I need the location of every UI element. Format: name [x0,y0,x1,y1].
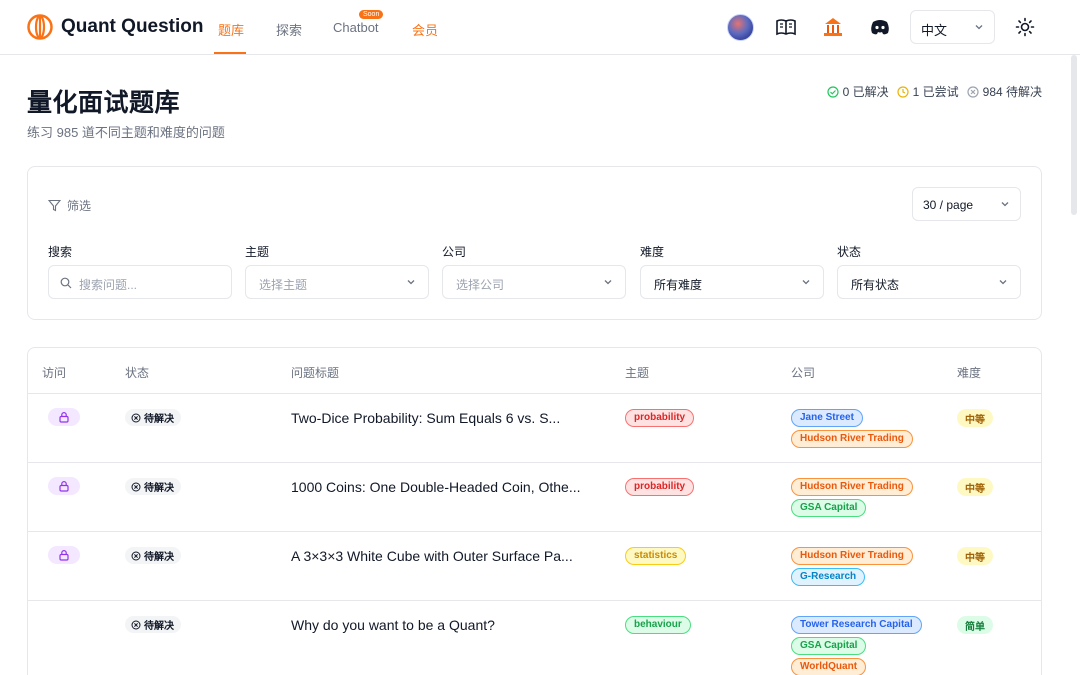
status-badge: 待解决 [125,478,181,495]
check-circle-icon [827,85,839,98]
sun-icon[interactable] [1015,17,1035,37]
discord-icon[interactable] [869,16,891,38]
status-label: 状态 [837,245,862,259]
topic-tag[interactable]: statistics [625,547,687,565]
language-value: 中文 [921,23,948,38]
column-header-company[interactable]: 公司 [791,364,815,381]
company-tag[interactable]: GSA Capital [791,637,867,655]
column-header-difficulty[interactable]: 难度 [957,364,981,381]
brand-name[interactable]: Quant Question [61,16,204,38]
x-circle-icon [131,413,141,422]
page-scrollbar[interactable] [1071,55,1077,215]
question-title-link[interactable]: 1000 Coins: One Double-Headed Coin, Othe… [291,479,581,495]
clock-icon [897,85,909,98]
company-tag[interactable]: Hudson River Trading [791,430,913,448]
table-row[interactable]: 待解决 1000 Coins: One Double-Headed Coin, … [28,463,1041,532]
lock-icon [59,481,69,492]
company-tag[interactable]: Hudson River Trading [791,547,913,565]
x-circle-icon [131,620,141,629]
difficulty-badge: 中等 [957,409,993,427]
status-badge: 待解决 [125,409,181,426]
filter-icon [48,199,61,212]
filter-heading: 筛选 [48,197,91,214]
table-row[interactable]: 待解决 Two-Dice Probability: Sum Equals 6 v… [28,394,1041,463]
question-title-link[interactable]: Why do you want to be a Quant? [291,617,495,633]
logo-icon[interactable] [27,14,53,40]
difficulty-badge: 中等 [957,478,993,496]
column-header-topic[interactable]: 主题 [625,364,649,381]
access-badge [48,408,80,426]
nav-active-indicator [214,52,246,54]
nav-explore[interactable]: 探索 [276,20,302,39]
chevron-down-icon [975,25,983,30]
access-badge [48,546,80,564]
x-circle-icon [131,482,141,491]
soon-badge: Soon [359,10,384,19]
company-label: 公司 [442,245,467,259]
company-tags: Hudson River Trading G-Research [791,547,913,586]
page-size-select[interactable]: 30 / page [912,187,1021,221]
company-tag[interactable]: Hudson River Trading [791,478,913,496]
chevron-down-icon [802,280,810,285]
page-subtitle: 练习 985 道不同主题和难度的问题 [27,125,225,140]
chevron-down-icon [1001,202,1009,207]
search-label: 搜索 [48,245,73,259]
topic-tag[interactable]: probability [625,478,695,496]
topic-tag[interactable]: behaviour [625,616,691,634]
column-header-status[interactable]: 状态 [125,364,149,381]
stat-pending: 984 待解决 [967,83,1042,100]
chevron-down-icon [407,280,415,285]
company-select[interactable]: 选择公司 [442,265,626,299]
temple-icon[interactable] [822,16,844,38]
avatar[interactable] [727,14,754,41]
topic-select[interactable]: 选择主题 [245,265,429,299]
nav-question-bank[interactable]: 题库 [218,20,244,39]
x-circle-icon [131,551,141,560]
difficulty-label: 难度 [640,245,665,259]
lock-icon [59,550,69,561]
access-badge [48,477,80,495]
company-tag[interactable]: GSA Capital [791,499,867,517]
company-tags: Tower Research Capital GSA Capital World… [791,616,922,675]
search-icon [60,277,72,289]
nav-chatbot[interactable]: Chatbot [333,20,379,35]
progress-stats: 0 已解决 1 已尝试 984 待解决 [827,83,1042,100]
lock-icon [59,412,69,423]
status-badge: 待解决 [125,616,181,633]
column-header-title[interactable]: 问题标题 [291,364,339,381]
question-title-link[interactable]: Two-Dice Probability: Sum Equals 6 vs. S… [291,410,560,426]
book-icon[interactable] [775,16,797,38]
status-badge: 待解决 [125,547,181,564]
topic-label: 主题 [245,245,270,259]
company-tags: Hudson River Trading GSA Capital [791,478,913,517]
table-row[interactable]: 待解决 Why do you want to be a Quant? behav… [28,601,1041,675]
question-title-link[interactable]: A 3×3×3 White Cube with Outer Surface Pa… [291,548,573,564]
company-tags: Jane Street Hudson River Trading [791,409,913,448]
page-title: 量化面试题库 [27,89,181,117]
difficulty-badge: 简单 [957,616,993,634]
filter-panel: 筛选 30 / page 搜索 搜索问题... 主题 选择主题 公司 选择公司 … [27,166,1042,320]
stat-solved: 0 已解决 [827,83,889,100]
chevron-down-icon [999,280,1007,285]
questions-table: 访问 状态 问题标题 主题 公司 难度 待解决 Two-Dice Probabi… [27,347,1042,675]
nav-membership[interactable]: 会员 [412,20,438,39]
company-tag[interactable]: WorldQuant [791,658,867,675]
status-select[interactable]: 所有状态 [837,265,1021,299]
column-header-access[interactable]: 访问 [42,364,66,381]
table-row[interactable]: 待解决 A 3×3×3 White Cube with Outer Surfac… [28,532,1041,601]
stat-attempted: 1 已尝试 [897,83,959,100]
company-tag[interactable]: Tower Research Capital [791,616,922,634]
difficulty-badge: 中等 [957,547,993,565]
top-header: Quant Question 题库 探索 Chatbot Soon 会员 中文 [0,0,1080,55]
company-tag[interactable]: G-Research [791,568,866,586]
search-input[interactable]: 搜索问题... [48,265,232,299]
company-tag[interactable]: Jane Street [791,409,863,427]
difficulty-select[interactable]: 所有难度 [640,265,824,299]
topic-tag[interactable]: probability [625,409,695,427]
language-select[interactable]: 中文 [910,10,995,44]
x-circle-icon [967,85,979,98]
chevron-down-icon [604,280,612,285]
